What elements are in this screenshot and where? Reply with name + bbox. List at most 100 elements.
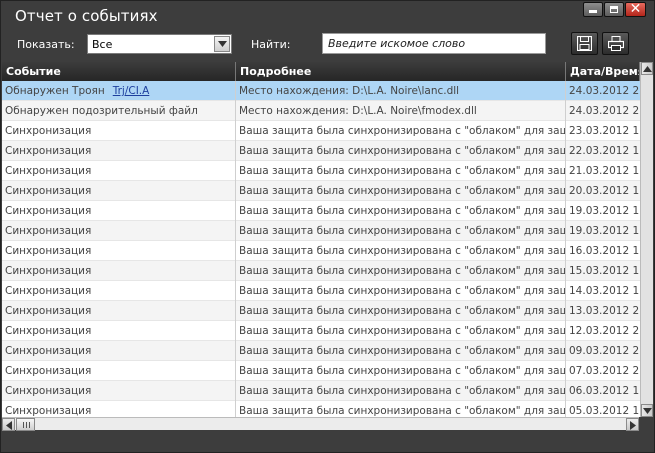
event-cell: Синхронизация bbox=[2, 281, 236, 301]
close-button[interactable]: ✕ bbox=[625, 1, 646, 17]
event-cell: Синхронизация bbox=[2, 241, 236, 261]
vertical-scrollbar[interactable] bbox=[640, 62, 653, 417]
details-cell: Ваша защита была синхронизирована с "обл… bbox=[236, 181, 566, 201]
event-cell: Синхронизация bbox=[2, 321, 236, 341]
table-row[interactable]: Синхронизация Ваша защита была синхронизи… bbox=[2, 341, 640, 361]
window-title: Отчет о событиях bbox=[15, 7, 158, 25]
date-cell: 24.03.2012 2 bbox=[569, 85, 640, 97]
details-cell: Ваша защита была синхронизирована с "обл… bbox=[236, 121, 566, 141]
column-header-event[interactable]: Событие bbox=[2, 62, 236, 81]
details-cell: Ваша защита была синхронизирована с "обл… bbox=[236, 261, 566, 281]
window-controls: ✕ bbox=[583, 1, 646, 17]
print-button[interactable] bbox=[602, 32, 629, 55]
scroll-left-button[interactable] bbox=[2, 418, 15, 431]
date-cell: 22.03.2012 1 bbox=[569, 145, 640, 157]
maximize-button[interactable] bbox=[604, 2, 624, 17]
details-cell: Ваша защита была синхронизирована с "обл… bbox=[236, 221, 566, 241]
table-row[interactable]: Обнаружен Троян Trj/CI.A Место нахождения:… bbox=[2, 81, 640, 101]
table-row[interactable]: Синхронизация Ваша защита была синхронизи… bbox=[2, 241, 640, 261]
event-cell: Синхронизация bbox=[2, 221, 236, 241]
table-row[interactable]: Синхронизация Ваша защита была синхронизи… bbox=[2, 321, 640, 341]
show-filter-value: Все bbox=[92, 38, 113, 51]
event-cell: Синхронизация bbox=[2, 341, 236, 361]
event-cell: Синхронизация bbox=[2, 261, 236, 281]
arrow-up-icon bbox=[643, 66, 652, 72]
date-cell: 13.03.2012 2 bbox=[569, 305, 640, 317]
date-cell: 16.03.2012 1 bbox=[569, 245, 640, 257]
table-row[interactable]: Синхронизация Ваша защита была синхронизи… bbox=[2, 141, 640, 161]
event-text: Синхронизация bbox=[5, 365, 92, 377]
table-row[interactable]: Синхронизация Ваша защита была синхронизи… bbox=[2, 301, 640, 321]
printer-icon bbox=[608, 36, 624, 51]
event-cell: Синхронизация bbox=[2, 181, 236, 201]
close-icon: ✕ bbox=[629, 1, 642, 17]
maximize-icon bbox=[610, 6, 618, 13]
scroll-down-button[interactable] bbox=[641, 404, 653, 417]
table-row[interactable]: Синхронизация Ваша защита была синхронизи… bbox=[2, 181, 640, 201]
save-button[interactable] bbox=[571, 32, 598, 55]
table-row[interactable]: Синхронизация Ваша защита была синхронизи… bbox=[2, 201, 640, 221]
event-cell: Синхронизация bbox=[2, 141, 236, 161]
details-cell: Ваша защита была синхронизирована с "обл… bbox=[236, 341, 566, 361]
event-cell: Синхронизация bbox=[2, 361, 236, 381]
horizontal-scroll-thumb[interactable] bbox=[16, 418, 35, 431]
find-label: Найти: bbox=[251, 38, 291, 51]
event-text: Синхронизация bbox=[5, 325, 92, 337]
date-cell: 24.03.2012 2 bbox=[569, 105, 640, 117]
arrow-right-icon bbox=[630, 421, 636, 430]
column-header-details[interactable]: Подробнее bbox=[236, 62, 566, 81]
event-text: Обнаружен Троян bbox=[5, 85, 105, 97]
column-header-date[interactable]: Дата/Время bbox=[566, 62, 640, 81]
scroll-right-button[interactable] bbox=[626, 418, 639, 431]
table-row[interactable]: Обнаружен подозрительный файл Место нахож… bbox=[2, 101, 640, 121]
table-row[interactable]: Синхронизация Ваша защита была синхронизи… bbox=[2, 361, 640, 381]
date-cell: 19.03.2012 1 bbox=[569, 205, 640, 217]
event-cell: Синхронизация bbox=[2, 301, 236, 321]
table-body: Обнаружен Троян Trj/CI.A Место нахождения:… bbox=[2, 81, 640, 417]
details-cell: Ваша защита была синхронизирована с "обл… bbox=[236, 201, 566, 221]
details-cell: Ваша защита была синхронизирована с "обл… bbox=[236, 161, 566, 181]
table-row[interactable]: Синхронизация Ваша защита была синхронизи… bbox=[2, 401, 640, 417]
table-row[interactable]: Синхронизация Ваша защита была синхронизи… bbox=[2, 381, 640, 401]
date-cell: 14.03.2012 1 bbox=[569, 285, 640, 297]
table-row[interactable]: Синхронизация Ваша защита была синхронизи… bbox=[2, 121, 640, 141]
event-text: Синхронизация bbox=[5, 125, 92, 137]
table-row[interactable]: Синхронизация Ваша защита была синхронизи… bbox=[2, 161, 640, 181]
details-cell: Ваша защита была синхронизирована с "обл… bbox=[236, 401, 566, 417]
event-text: Синхронизация bbox=[5, 205, 92, 217]
events-report-window: Отчет о событиях ✕ Показать: Все Найти: … bbox=[0, 0, 655, 453]
date-cell: 15.03.2012 1 bbox=[569, 265, 640, 277]
table-row[interactable]: Синхронизация Ваша защита была синхронизи… bbox=[2, 281, 640, 301]
event-text: Синхронизация bbox=[5, 305, 92, 317]
scroll-up-button[interactable] bbox=[641, 62, 653, 75]
date-cell: 21.03.2012 1 bbox=[569, 165, 640, 177]
details-cell: Место нахождения: D:\L.A. Noire\fmodex.d… bbox=[236, 101, 566, 121]
details-cell: Ваша защита была синхронизирована с "обл… bbox=[236, 281, 566, 301]
dropdown-button[interactable] bbox=[214, 36, 230, 52]
search-input[interactable] bbox=[322, 33, 546, 54]
event-cell: Обнаружен подозрительный файл bbox=[2, 101, 236, 121]
table-row[interactable]: Синхронизация Ваша защита была синхронизи… bbox=[2, 221, 640, 241]
event-text: Синхронизация bbox=[5, 245, 92, 257]
date-cell: 23.03.2012 1 bbox=[569, 125, 640, 137]
threat-link[interactable]: Trj/CI.A bbox=[113, 85, 150, 97]
date-cell: 06.03.2012 1 bbox=[569, 385, 640, 397]
date-cell: 12.03.2012 2 bbox=[569, 325, 640, 337]
horizontal-scrollbar[interactable] bbox=[2, 417, 639, 431]
table-row[interactable]: Синхронизация Ваша защита была синхронизи… bbox=[2, 261, 640, 281]
event-text: Синхронизация bbox=[5, 385, 92, 397]
show-filter-select[interactable]: Все bbox=[87, 34, 232, 54]
event-text: Синхронизация bbox=[5, 405, 92, 417]
chevron-down-icon bbox=[218, 41, 227, 47]
event-cell: Обнаружен Троян Trj/CI.A bbox=[2, 81, 236, 101]
floppy-disk-icon bbox=[577, 36, 592, 51]
event-cell: Синхронизация bbox=[2, 401, 236, 417]
event-text: Синхронизация bbox=[5, 165, 92, 177]
minimize-button[interactable] bbox=[583, 2, 603, 17]
date-cell: 07.03.2012 2 bbox=[569, 365, 640, 377]
date-cell: 09.03.2012 2 bbox=[569, 345, 640, 357]
details-cell: Ваша защита была синхронизирована с "обл… bbox=[236, 321, 566, 341]
event-text: Синхронизация bbox=[5, 145, 92, 157]
details-cell: Ваша защита была синхронизирована с "обл… bbox=[236, 361, 566, 381]
event-text: Синхронизация bbox=[5, 185, 92, 197]
